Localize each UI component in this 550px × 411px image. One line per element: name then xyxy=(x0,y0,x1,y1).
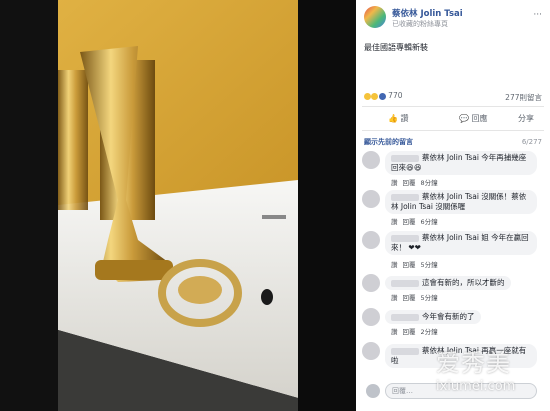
comment-item: 今年會有新的了 讚回覆 2分鐘 xyxy=(356,306,550,338)
page-subtitle: 已收藏的粉絲專頁 xyxy=(392,20,448,28)
wow-icon xyxy=(371,92,379,100)
comment-text: 今年會有新的了 xyxy=(422,312,475,321)
reply-avatar xyxy=(366,384,380,398)
thumbs-up-icon: 👍 xyxy=(388,114,398,123)
comment-item: 蔡依林 Jolin Tsai 姐 今年在贏回來！ ❤❤ 讚回覆 5分鐘 xyxy=(356,229,550,269)
redacted-name xyxy=(391,234,419,242)
comment-time: 6分鐘 xyxy=(420,218,438,226)
comment-bubble: 蔡依林 Jolin Tsai 今年再捕幾座回來😆😆 xyxy=(385,151,537,175)
commenter-avatar[interactable] xyxy=(362,190,380,208)
comment-button[interactable]: 💬 回應 xyxy=(459,113,488,124)
comment-like-link[interactable]: 讚 xyxy=(391,328,398,336)
comment-meta: 讚回覆 8分鐘 xyxy=(391,177,443,187)
comment-bubble: 蔡依林 Jolin Tsai 姐 今年在贏回來！ ❤❤ xyxy=(385,231,537,255)
author-name[interactable]: 蔡依林 Jolin Tsai xyxy=(392,7,463,19)
comment-reply-link[interactable]: 回覆 xyxy=(403,179,416,187)
comment-like-link[interactable]: 讚 xyxy=(391,218,398,226)
watermark: 爱秀美 ixiumei.com xyxy=(410,343,550,409)
trophy-photo xyxy=(0,0,356,411)
comment-bubble: 這會有新的，所以才斷的 xyxy=(385,276,511,290)
reactions-summary[interactable]: 770 xyxy=(364,91,403,100)
watermark-url: ixiumei.com xyxy=(436,379,516,394)
comment-like-link[interactable]: 讚 xyxy=(391,179,398,187)
share-button[interactable]: 分享 xyxy=(518,113,534,124)
commenter-avatar[interactable] xyxy=(362,231,380,249)
commenter-avatar[interactable] xyxy=(362,274,380,292)
redacted-name xyxy=(391,313,419,321)
comment-label: 回應 xyxy=(471,114,488,123)
comment-meta: 讚回覆 5分鐘 xyxy=(391,292,443,302)
commenter-avatar[interactable] xyxy=(362,308,380,326)
like-button[interactable]: 👍 讚 xyxy=(388,113,409,124)
redacted-name xyxy=(391,279,419,287)
comment-meta: 讚回覆 6分鐘 xyxy=(391,216,443,226)
comment-text: 這會有新的，所以才斷的 xyxy=(422,278,505,287)
comment-meta: 讚回覆 2分鐘 xyxy=(391,326,443,336)
comment-item: 蔡依林 Jolin Tsai 沒關係！蔡依林 Jolin Tsai 沒關係喔 讚… xyxy=(356,188,550,228)
comment-time: 5分鐘 xyxy=(420,261,438,269)
commenter-avatar[interactable] xyxy=(362,342,380,360)
commenter-avatar[interactable] xyxy=(362,151,380,169)
view-previous-comments-link[interactable]: 顯示先前的留言 xyxy=(364,137,413,147)
comment-meta: 讚回覆 5分鐘 xyxy=(391,259,443,269)
divider xyxy=(362,130,544,131)
comment-like-link[interactable]: 讚 xyxy=(391,294,398,302)
redacted-name xyxy=(391,193,419,201)
redacted-name xyxy=(391,154,419,162)
like-icon xyxy=(378,92,386,100)
more-options-button[interactable]: ··· xyxy=(533,10,542,20)
comment-item: 蔡依林 Jolin Tsai 今年再捕幾座回來😆😆 讚回覆 8分鐘 xyxy=(356,149,550,189)
share-label: 分享 xyxy=(518,114,534,123)
comment-reply-link[interactable]: 回覆 xyxy=(403,294,416,302)
comment-paging: 6/277 xyxy=(521,138,542,146)
comment-item: 這會有新的，所以才斷的 讚回覆 5分鐘 xyxy=(356,272,550,304)
comment-reply-link[interactable]: 回覆 xyxy=(403,218,416,226)
divider xyxy=(362,106,544,107)
comment-bubble: 今年會有新的了 xyxy=(385,310,481,324)
watermark-logo-text: 爱秀美 xyxy=(436,349,511,377)
post-text: 最佳國語專輯新裝 xyxy=(364,43,428,52)
page-avatar[interactable] xyxy=(364,6,386,28)
haha-icon xyxy=(364,92,371,100)
like-label: 讚 xyxy=(400,114,409,123)
comment-like-link[interactable]: 讚 xyxy=(391,261,398,269)
comment-reply-link[interactable]: 回覆 xyxy=(403,328,416,336)
comment-time: 5分鐘 xyxy=(420,294,438,302)
comment-bubble: 蔡依林 Jolin Tsai 沒關係！蔡依林 Jolin Tsai 沒關係喔 xyxy=(385,190,537,214)
comment-icon: 💬 xyxy=(459,114,469,123)
reaction-count: 770 xyxy=(388,91,403,100)
comment-time: 2分鐘 xyxy=(420,328,438,336)
comment-time: 8分鐘 xyxy=(420,179,438,187)
comment-count[interactable]: 277則留言 xyxy=(505,92,542,103)
comment-reply-link[interactable]: 回覆 xyxy=(403,261,416,269)
